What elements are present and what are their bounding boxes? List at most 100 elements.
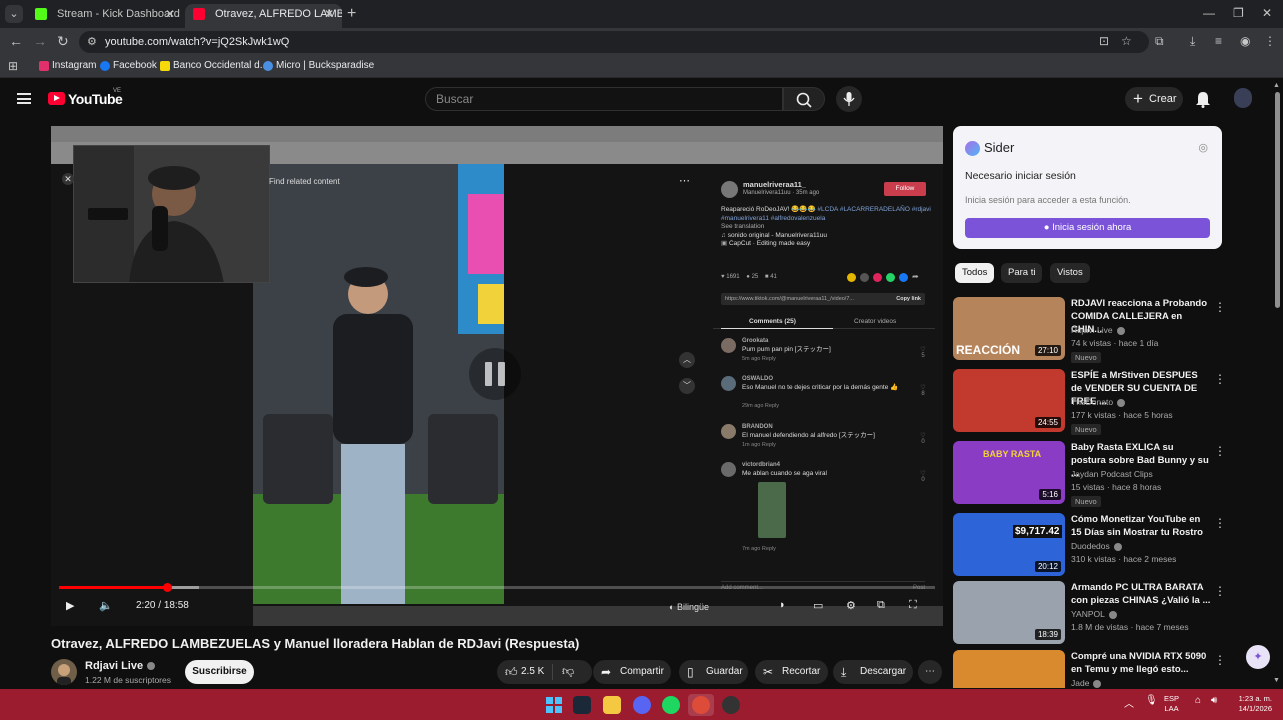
file-explorer-icon[interactable]: [603, 696, 621, 714]
install-app-icon[interactable]: ⊡: [1099, 34, 1109, 48]
seek-bar[interactable]: [59, 583, 935, 592]
scrubber-handle[interactable]: [162, 583, 172, 592]
new-tab-icon[interactable]: +: [347, 5, 356, 23]
page-scrollbar[interactable]: [1275, 92, 1280, 308]
extensions-icon[interactable]: ⧉: [1155, 34, 1164, 49]
steam-icon[interactable]: [573, 696, 591, 714]
thumbnail[interactable]: BABY RASTA 5:16: [953, 441, 1065, 504]
tray-overflow-icon[interactable]: ︿: [1124, 695, 1134, 710]
share-button[interactable]: ➦ Compartir: [593, 660, 671, 684]
spotify-icon[interactable]: [662, 696, 680, 714]
tray-mic-icon[interactable]: 🎙︎: [1145, 695, 1158, 706]
notifications-bell-icon[interactable]: [1195, 90, 1211, 108]
input-language[interactable]: ESP LAA: [1164, 694, 1179, 714]
recommendation-item[interactable]: BABY RASTA 5:16 Baby Rasta EXLICA su pos…: [953, 441, 1233, 507]
rec-menu-icon[interactable]: ⋮: [1214, 653, 1226, 667]
download-button[interactable]: ⤓ Descargar: [833, 660, 913, 684]
subscribe-button[interactable]: Suscribirse: [185, 660, 254, 684]
channel-avatar[interactable]: [51, 659, 77, 685]
system-clock[interactable]: 1:23 a. m. 14/1/2026: [1226, 694, 1272, 714]
rec-channel[interactable]: Jade: [1071, 678, 1102, 688]
bookmark-star-icon[interactable]: ☆: [1121, 34, 1132, 48]
rec-menu-icon[interactable]: ⋮: [1214, 444, 1226, 458]
thumbnail[interactable]: $9,717.42 20:12: [953, 513, 1065, 576]
rec-channel[interactable]: Duodedos: [1071, 541, 1122, 551]
close-tab-icon[interactable]: ✕: [324, 4, 334, 24]
save-button[interactable]: ▯ Guardar: [679, 660, 748, 684]
recommendation-item[interactable]: 18:39 Armando PC ULTRA BARATA con piezas…: [953, 581, 1233, 647]
search-button[interactable]: [783, 87, 825, 111]
bookmark-banco[interactable]: Banco Occidental d...: [160, 60, 268, 71]
settings-gear-icon[interactable]: ⚙: [846, 599, 856, 612]
rec-channel[interactable]: Rdjavi Live: [1071, 325, 1125, 335]
thumbnail[interactable]: [953, 650, 1065, 688]
downloads-icon[interactable]: ⤓: [1190, 34, 1195, 49]
restore-icon[interactable]: ❐: [1233, 6, 1244, 20]
sider-login-button[interactable]: ● Inicia sesión ahora: [965, 218, 1210, 238]
more-actions-icon[interactable]: ⋯: [918, 660, 942, 684]
search-input[interactable]: Buscar: [425, 87, 783, 111]
bilingual-toggle[interactable]: ◐ Bilingüe: [669, 602, 709, 612]
network-icon[interactable]: ⌂: [1195, 695, 1201, 706]
autoplay-toggle[interactable]: ◗: [779, 599, 786, 611]
bookmark-instagram[interactable]: Instagram: [39, 60, 96, 71]
browser-tab-kick[interactable]: Stream - Kick Dashboard ✕: [27, 4, 183, 28]
scroll-up-icon[interactable]: ▲: [1273, 82, 1280, 89]
browser-tab-youtube[interactable]: Otravez, ALFREDO LAMBE ✕: [185, 4, 342, 28]
chip-vistos[interactable]: Vistos: [1050, 263, 1090, 283]
channel-name[interactable]: Rdjavi Live: [85, 660, 156, 672]
fullscreen-icon[interactable]: ⛶: [909, 599, 917, 612]
subtitles-icon[interactable]: ▭: [813, 599, 823, 612]
rec-menu-icon[interactable]: ⋮: [1214, 516, 1226, 530]
guide-menu-icon[interactable]: [17, 93, 31, 104]
clip-button[interactable]: ✂ Recortar: [755, 660, 828, 684]
forward-icon[interactable]: →: [33, 33, 47, 49]
thumbs-down-icon[interactable]: 👎︎: [562, 664, 574, 679]
recommendation-item[interactable]: $9,717.42 20:12 Cómo Monetizar YouTube e…: [953, 513, 1233, 579]
recommendation-item[interactable]: REACCIÓN 27:10 RDJAVI reacciona a Proban…: [953, 297, 1233, 363]
reading-list-icon[interactable]: ≡: [1215, 34, 1222, 48]
rec-channel[interactable]: YANPOL: [1071, 609, 1117, 619]
close-window-icon[interactable]: ✕: [1262, 6, 1272, 20]
pause-indicator-icon[interactable]: [469, 348, 521, 400]
scroll-down-icon[interactable]: ▼: [1273, 677, 1280, 684]
play-button-icon[interactable]: ▶: [66, 599, 74, 612]
rec-channel[interactable]: TheDonato: [1071, 397, 1126, 407]
bookmark-facebook[interactable]: Facebook: [100, 60, 157, 71]
voice-search-button[interactable]: [836, 86, 862, 112]
rec-title[interactable]: Cómo Monetizar YouTube en 15 Días sin Mo…: [1071, 513, 1211, 539]
close-overlay-icon[interactable]: ✕: [62, 173, 74, 185]
miniplayer-icon[interactable]: ⧉: [877, 599, 885, 612]
discord-icon[interactable]: [633, 696, 651, 714]
rec-title[interactable]: Armando PC ULTRA BARATA con piezas CHINA…: [1071, 581, 1211, 607]
rec-menu-icon[interactable]: ⋮: [1214, 372, 1226, 386]
thumbnail[interactable]: 18:39: [953, 581, 1065, 644]
chrome-icon[interactable]: [692, 696, 710, 714]
rec-menu-icon[interactable]: ⋮: [1214, 300, 1226, 314]
bookmark-micro[interactable]: Micro | Bucksparadise: [263, 60, 374, 71]
reload-icon[interactable]: ↻: [57, 33, 69, 50]
rec-title[interactable]: Compré una NVIDIA RTX 5090 en Temu y me …: [1071, 650, 1211, 676]
menu-icon[interactable]: ⋮: [1264, 34, 1276, 48]
minimize-icon[interactable]: —: [1203, 6, 1215, 20]
sider-settings-icon[interactable]: ◎: [1198, 141, 1208, 154]
obs-icon[interactable]: [722, 696, 740, 714]
apps-grid-icon[interactable]: ⊞: [8, 59, 18, 73]
chip-para-ti[interactable]: Para ti: [1001, 263, 1043, 283]
url-field[interactable]: ⚙ youtube.com/watch?v=jQ2SkJwk1wQ: [79, 31, 1149, 53]
volume-icon[interactable]: 🔈: [99, 599, 113, 612]
windows-start-icon[interactable]: [545, 696, 563, 714]
account-avatar[interactable]: [1234, 88, 1252, 108]
close-tab-icon[interactable]: ✕: [165, 4, 175, 24]
video-player[interactable]: ✕ Find related content ⋯ ︿ ﹀ manuelriver…: [51, 126, 943, 626]
profile-icon[interactable]: ◉: [1240, 34, 1250, 48]
thumbnail[interactable]: 24:55: [953, 369, 1065, 432]
create-button[interactable]: + Crear: [1125, 87, 1183, 111]
site-info-icon[interactable]: ⚙: [87, 31, 97, 53]
recommendation-item[interactable]: Compré una NVIDIA RTX 5090 en Temu y me …: [953, 650, 1233, 688]
back-icon[interactable]: ←: [9, 33, 23, 49]
chip-todos[interactable]: Todos: [955, 263, 995, 283]
thumbnail[interactable]: REACCIÓN 27:10: [953, 297, 1065, 360]
tab-search-button[interactable]: ⌄: [5, 5, 23, 23]
speaker-icon[interactable]: 🔊︎: [1211, 695, 1217, 706]
